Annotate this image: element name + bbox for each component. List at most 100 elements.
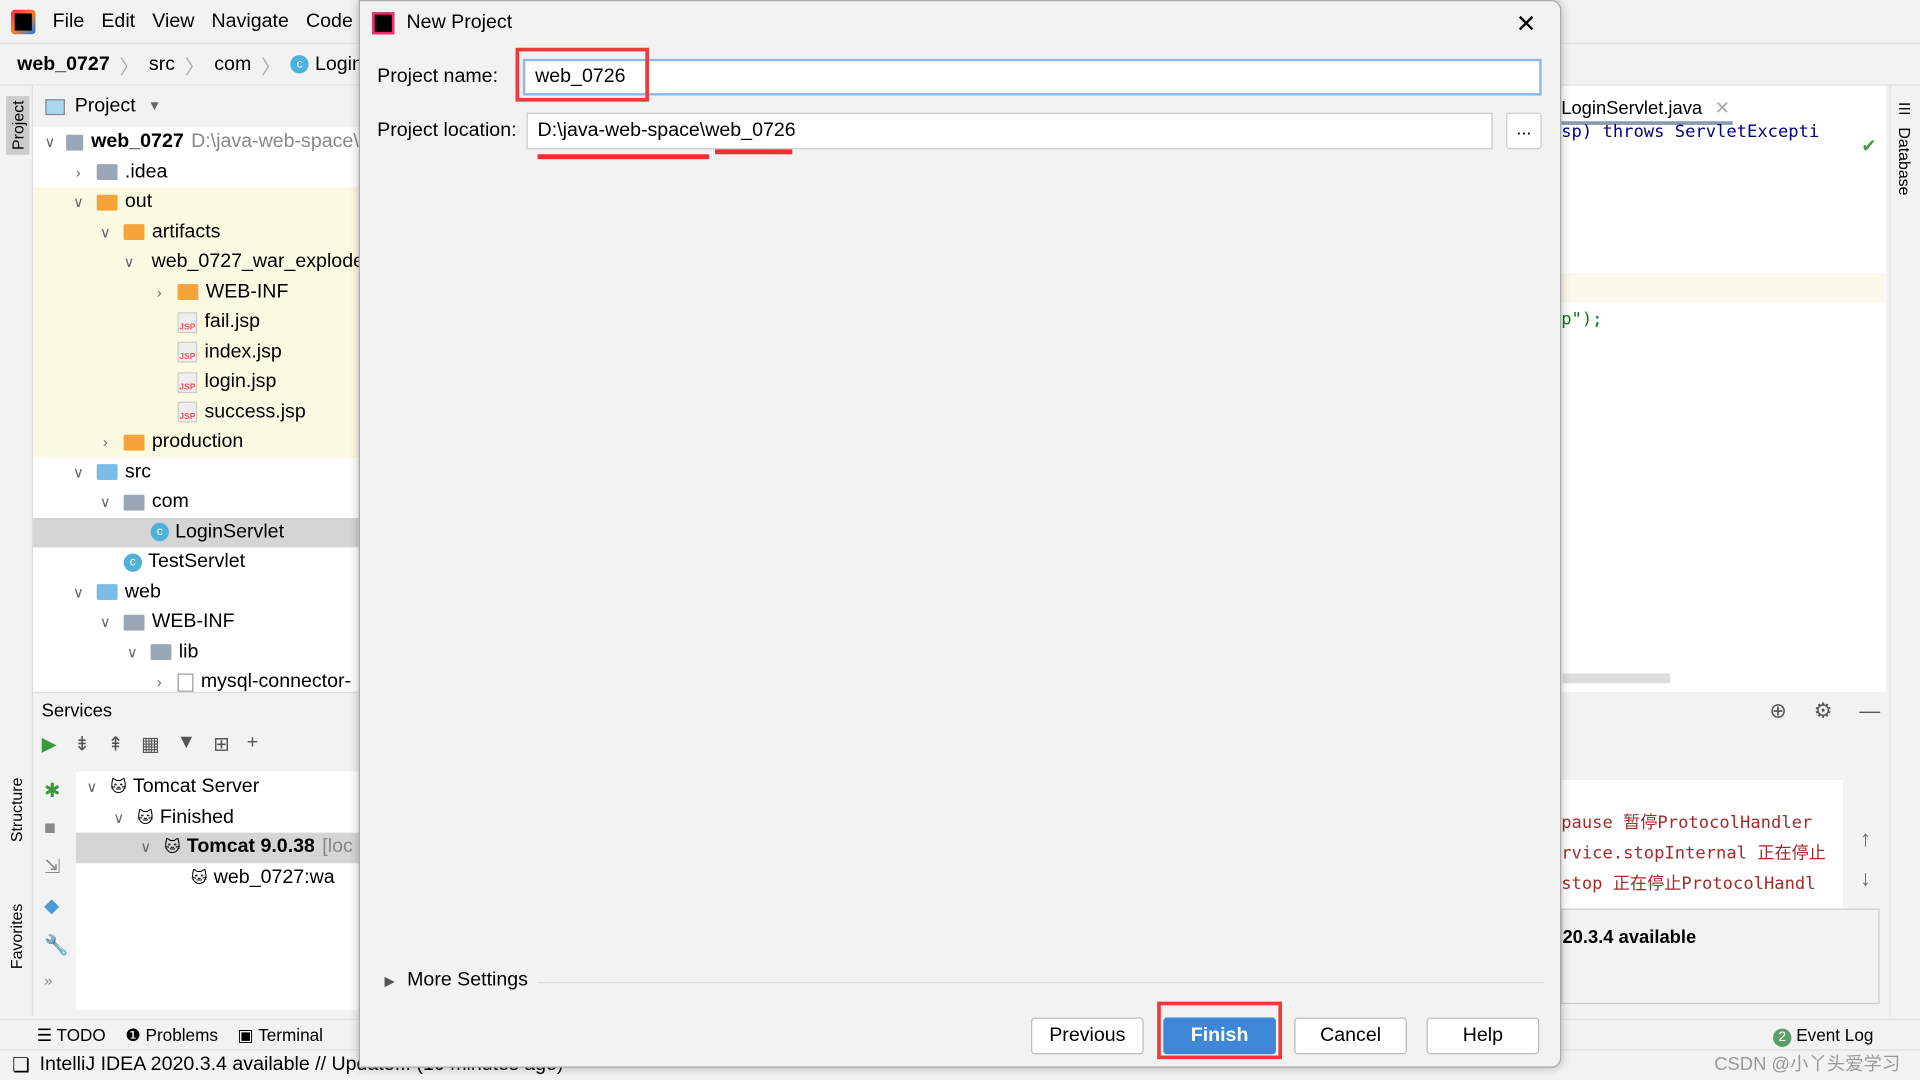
project-location-input[interactable] [526,112,1493,150]
tree-item[interactable]: › mysql-connector- [33,667,359,692]
tab-todo[interactable]: ☰ TODO [37,1024,106,1045]
tree-item[interactable]: ∨ 🐱 Tomcat 9.0.38 [loc [75,832,402,863]
side-tab-favorites[interactable]: Favorites [7,904,25,969]
tree-item[interactable]: c LoginServlet [33,517,359,548]
chevron-down-icon[interactable]: ∨ [83,779,100,796]
menu-view[interactable]: View [152,10,194,32]
menu-edit[interactable]: Edit [101,10,135,32]
project-panel-header[interactable]: Project ▼ [33,85,359,128]
side-tab-database[interactable]: Database [1896,127,1914,195]
expand-all-icon[interactable]: ⇟ [74,732,90,756]
chevron-down-icon[interactable]: ∨ [97,614,114,631]
close-tab-icon[interactable]: ✕ [1715,98,1730,119]
tree-item[interactable]: ∨ web_0727 D:\java-web-space\ [33,127,359,157]
scroll-down-icon[interactable]: ↓ [1860,866,1871,892]
tree-item[interactable]: ∨ 🐱 Finished [76,803,402,833]
side-tab-project[interactable]: Project [6,95,30,155]
chevron-right-icon[interactable]: › [151,674,168,691]
tree-item[interactable]: ∨ out [33,187,359,218]
chevron-down-icon[interactable]: ▼ [148,99,161,114]
artifact-icon[interactable]: ◆ [44,894,68,918]
chevron-down-icon[interactable]: ∨ [124,644,141,661]
cancel-button[interactable]: Cancel [1294,1017,1407,1055]
chevron-down-icon[interactable]: ∨ [70,194,87,211]
gear-icon[interactable]: ⚙ [1814,699,1833,723]
tree-item[interactable]: › WEB-INF [33,277,359,308]
tree-item[interactable]: JSP fail.jsp [33,307,359,338]
more-settings-toggle[interactable]: ▶ More Settings [384,970,527,992]
chevron-down-icon[interactable]: ∨ [97,224,114,241]
tree-item[interactable]: ∨ WEB-INF [33,607,359,637]
tree-item[interactable]: JSP success.jsp [33,397,359,428]
folder-icon [96,464,118,481]
annotation-underline [715,149,793,155]
chevron-right-icon[interactable]: › [70,164,87,181]
tree-item-label: WEB-INF [205,281,289,303]
update-notification[interactable]: 20.3.4 available [1561,908,1880,1005]
tree-item[interactable]: › .idea [33,157,359,187]
jsp-file-icon: JSP [177,311,198,333]
breadcrumb-com[interactable]: com [214,53,251,75]
settings-wrench-icon[interactable]: 🔧 [44,933,68,957]
crosshair-icon[interactable]: ⊕ [1769,699,1786,723]
tab-problems[interactable]: ❶ Problems [125,1024,218,1045]
group-icon[interactable]: ▦ [141,732,160,756]
tree-item[interactable]: c TestServlet [33,547,359,577]
minimize-icon[interactable]: — [1859,699,1880,723]
deploy-icon[interactable]: ⇲ [44,855,68,879]
scroll-up-icon[interactable]: ↑ [1860,827,1871,853]
new-service-icon[interactable]: ⊞ [213,732,229,756]
breadcrumb-project[interactable]: web_0727 [17,53,110,75]
collapse-all-icon[interactable]: ⇞ [107,732,123,756]
folder-icon [123,614,145,631]
tab-terminal[interactable]: ▣ Terminal [238,1024,323,1045]
stop-icon[interactable]: ■ [44,818,68,840]
chevron-down-icon[interactable]: ∨ [43,134,57,151]
chevron-down-icon[interactable]: ∨ [110,809,127,826]
previous-button[interactable]: Previous [1031,1017,1144,1055]
run-icon[interactable]: ▶ [42,732,57,756]
tree-item[interactable]: 🐱 web_0727:wa [76,863,402,893]
chevron-down-icon[interactable]: ∨ [70,464,87,481]
editor-tab[interactable]: LoginServlet.java ✕ [1561,91,1733,125]
tree-item-label: web_0727:wa [213,866,335,888]
more-icon[interactable]: » [44,972,68,989]
tree-item[interactable]: ∨ 🐱 Tomcat Server [76,773,402,803]
tree-item[interactable]: JSP index.jsp [33,337,359,368]
tree-item-label: Tomcat Server [132,776,260,798]
database-icon: ☰ [1897,100,1912,118]
debug-icon[interactable]: ✱ [44,779,68,803]
tree-item[interactable]: ∨ web [33,577,359,607]
annotation-underline [537,154,709,160]
project-name-input[interactable] [522,58,1542,96]
folder-icon [96,164,118,181]
event-log-button[interactable]: 2 Event Log [1773,1025,1873,1047]
tree-item[interactable]: JSP login.jsp [33,367,359,398]
menu-file[interactable]: File [53,10,85,32]
close-icon[interactable]: ✕ [1516,9,1537,40]
tree-item[interactable]: › production [33,427,359,458]
browse-button[interactable]: ... [1506,112,1542,150]
tree-item-label: web_0727_war_exploded [151,251,359,273]
chevron-down-icon[interactable]: ∨ [70,584,87,601]
filter-icon[interactable]: ▼ [177,732,196,756]
horizontal-scrollbar[interactable] [1562,673,1671,684]
jsp-file-icon: JSP [177,341,198,363]
chevron-right-icon[interactable]: › [151,284,168,301]
chevron-down-icon[interactable]: ∨ [97,494,114,511]
chevron-right-icon[interactable]: › [97,434,114,451]
tree-item[interactable]: ∨ src [33,457,359,487]
tree-item[interactable]: ∨ com [33,487,359,517]
add-icon[interactable]: + [247,732,258,756]
help-button[interactable]: Help [1426,1017,1540,1055]
side-tab-structure[interactable]: Structure [7,778,25,843]
menu-navigate[interactable]: Navigate [212,10,289,32]
menu-code[interactable]: Code [306,10,353,32]
tree-item[interactable]: ∨ lib [33,637,359,667]
chevron-down-icon[interactable]: ∨ [124,254,135,271]
intellij-logo-icon [372,12,395,35]
chevron-down-icon[interactable]: ∨ [137,839,154,856]
tree-item[interactable]: ∨ web_0727_war_exploded [33,247,359,278]
breadcrumb-src[interactable]: src [149,53,175,75]
tree-item[interactable]: ∨ artifacts [33,217,359,248]
